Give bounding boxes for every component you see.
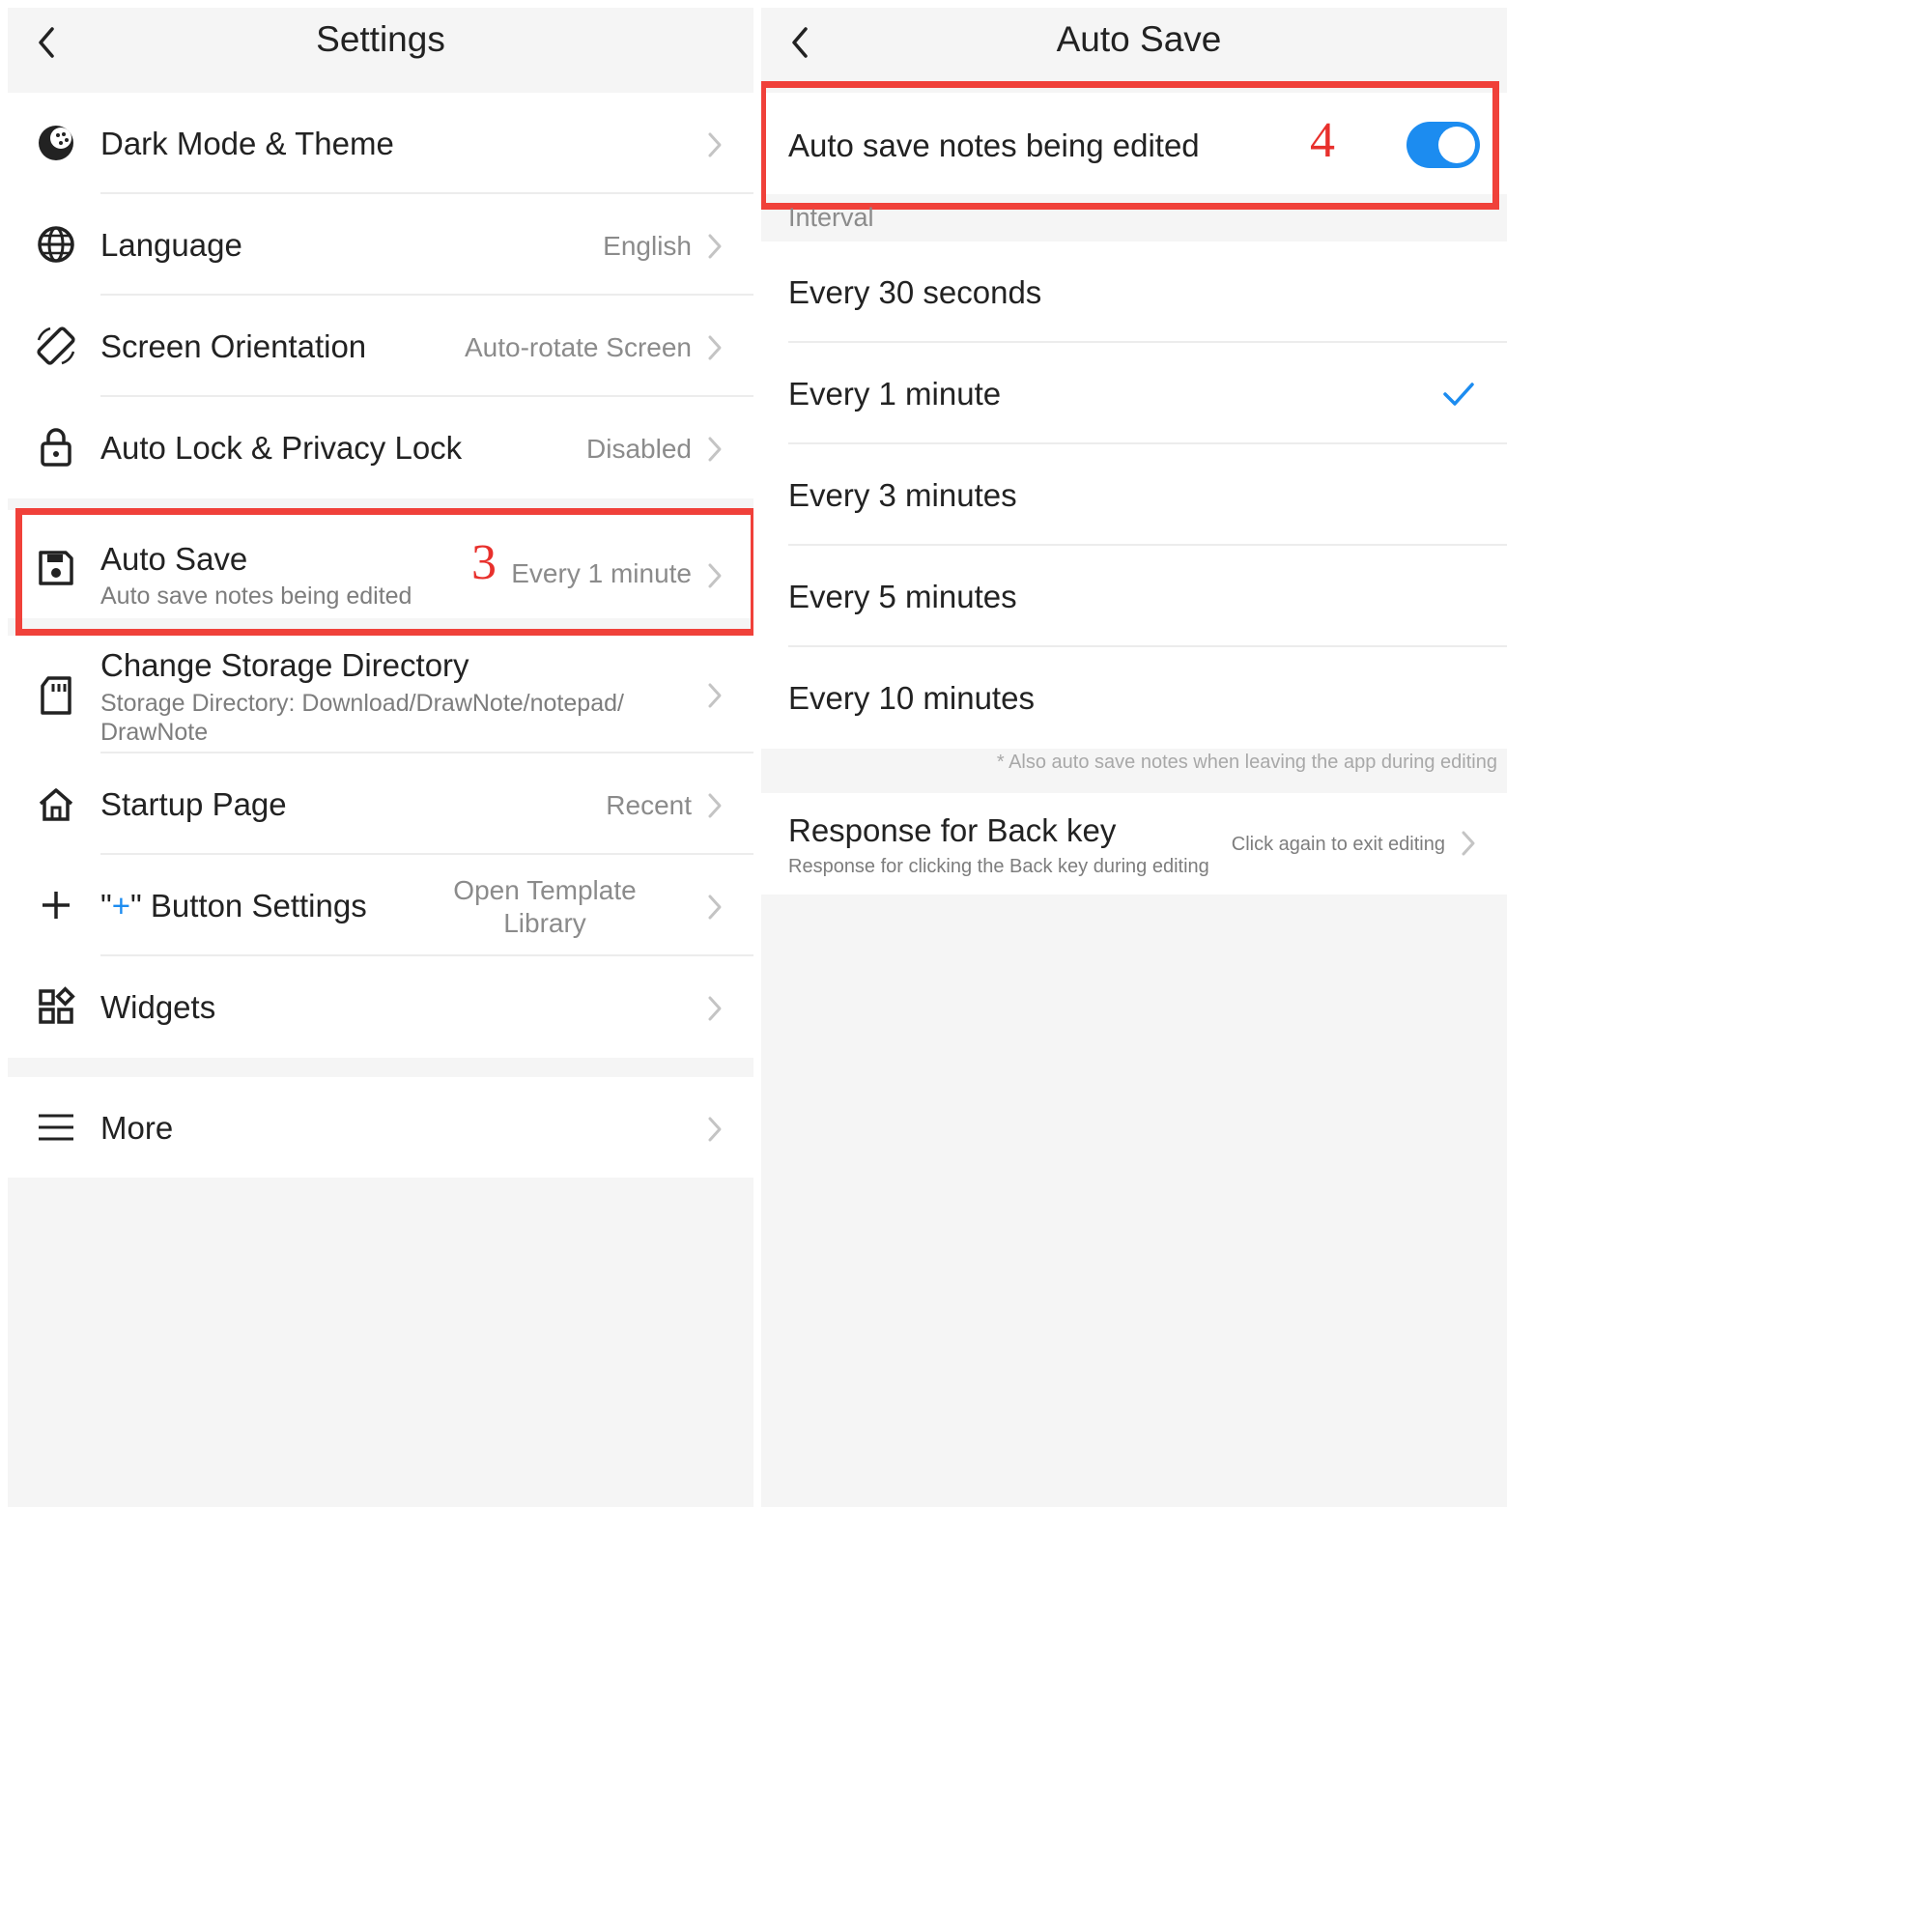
interval-option-label: Every 5 minutes bbox=[788, 579, 1017, 614]
settings-item-label: Widgets bbox=[100, 989, 216, 1025]
lock-icon bbox=[35, 426, 77, 469]
chevron-right-icon bbox=[705, 993, 724, 1024]
label-quote: " bbox=[100, 888, 112, 923]
auto-save-header: Auto Save bbox=[761, 8, 1507, 93]
chevron-right-icon bbox=[705, 332, 724, 363]
widgets-icon bbox=[35, 985, 77, 1028]
back-key-label: Response for Back key bbox=[788, 812, 1117, 848]
highlight-box bbox=[761, 81, 1499, 210]
footnote: * Also auto save notes when leaving the … bbox=[996, 752, 1497, 773]
back-key-row[interactable]: Response for Back key Response for click… bbox=[761, 793, 1507, 895]
chevron-right-icon bbox=[705, 790, 724, 821]
rotate-screen-icon bbox=[35, 325, 77, 367]
interval-option-label: Every 1 minute bbox=[788, 376, 1002, 412]
back-key-sublabel: Response for clicking the Back key durin… bbox=[788, 856, 1209, 877]
settings-header: Settings bbox=[8, 8, 753, 93]
settings-item-sublabel: DrawNote bbox=[100, 719, 209, 746]
settings-item-dark-mode[interactable]: Dark Mode & Theme bbox=[8, 93, 753, 194]
settings-item-startup-page[interactable]: Startup Page Recent bbox=[8, 753, 753, 855]
settings-item-value: English bbox=[603, 231, 692, 261]
palette-icon bbox=[35, 122, 77, 164]
chevron-right-icon bbox=[705, 434, 724, 465]
step-marker: 3 bbox=[471, 535, 497, 590]
label-text: " Button Settings bbox=[130, 888, 367, 923]
settings-item-label: Screen Orientation bbox=[100, 328, 367, 364]
menu-icon bbox=[35, 1106, 77, 1149]
interval-option[interactable]: Every 3 minutes bbox=[761, 444, 1507, 546]
page-title: Settings bbox=[316, 19, 445, 59]
interval-option-label: Every 3 minutes bbox=[788, 477, 1017, 513]
interval-option-label: Every 10 minutes bbox=[788, 680, 1035, 716]
interval-option[interactable]: Every 1 minute bbox=[761, 343, 1507, 444]
settings-item-label: Auto Lock & Privacy Lock bbox=[100, 430, 463, 466]
interval-option[interactable]: Every 5 minutes bbox=[761, 546, 1507, 647]
settings-item-label: Dark Mode & Theme bbox=[100, 126, 394, 161]
home-icon bbox=[35, 782, 77, 825]
settings-item-label: Change Storage Directory bbox=[100, 647, 469, 683]
settings-item-plus-button[interactable]: "+" Button Settings Open Template Librar… bbox=[8, 855, 753, 956]
settings-item-sublabel: Storage Directory: Download/DrawNote/not… bbox=[100, 690, 624, 717]
interval-option[interactable]: Every 30 seconds bbox=[761, 242, 1507, 343]
settings-screen: Settings Dark Mode & Theme Language Engl… bbox=[8, 8, 753, 1507]
label-plus: + bbox=[111, 888, 130, 923]
settings-item-widgets[interactable]: Widgets bbox=[8, 956, 753, 1058]
settings-item-label: "+" Button Settings bbox=[100, 888, 367, 924]
settings-item-value: Open Template Library bbox=[439, 874, 651, 940]
page-title: Auto Save bbox=[1056, 19, 1222, 59]
settings-item-language[interactable]: Language English bbox=[8, 194, 753, 296]
settings-item-more[interactable]: More bbox=[8, 1077, 753, 1178]
settings-item-screen-orientation[interactable]: Screen Orientation Auto-rotate Screen bbox=[8, 296, 753, 397]
globe-icon bbox=[35, 223, 77, 266]
checkmark-icon bbox=[1441, 380, 1476, 409]
settings-item-value: Recent bbox=[606, 790, 692, 820]
chevron-right-icon bbox=[705, 680, 724, 711]
interval-option[interactable]: Every 10 minutes bbox=[761, 647, 1507, 749]
interval-option-label: Every 30 seconds bbox=[788, 274, 1042, 310]
auto-save-screen: Auto Save Auto save notes being edited 4… bbox=[761, 8, 1507, 1507]
sd-card-icon bbox=[35, 674, 77, 717]
value-line: Open Template bbox=[453, 875, 637, 905]
interval-section-header: Interval bbox=[788, 203, 874, 232]
chevron-right-icon bbox=[1459, 828, 1478, 859]
chevron-right-icon bbox=[705, 892, 724, 923]
chevron-right-icon bbox=[705, 231, 724, 262]
chevron-right-icon bbox=[705, 129, 724, 160]
settings-item-value: Disabled bbox=[586, 434, 692, 464]
settings-item-label: More bbox=[100, 1110, 174, 1146]
step-marker: 4 bbox=[1310, 113, 1335, 168]
settings-item-label: Startup Page bbox=[100, 786, 287, 822]
settings-item-value: Auto-rotate Screen bbox=[464, 332, 692, 362]
settings-item-storage-directory[interactable]: Change Storage Directory Storage Directo… bbox=[8, 636, 753, 753]
value-line: Library bbox=[503, 908, 586, 938]
back-key-value: Click again to exit editing bbox=[1231, 834, 1445, 855]
settings-item-auto-lock[interactable]: Auto Lock & Privacy Lock Disabled bbox=[8, 397, 753, 498]
highlight-box bbox=[15, 508, 753, 636]
settings-item-label: Language bbox=[100, 227, 242, 263]
plus-icon bbox=[35, 884, 77, 926]
chevron-right-icon bbox=[705, 1114, 724, 1145]
